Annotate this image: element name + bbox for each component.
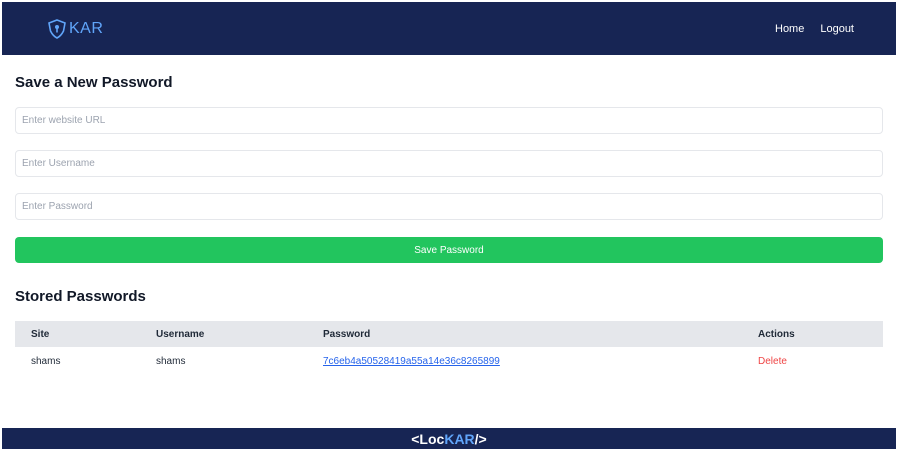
save-password-button[interactable]: Save Password <box>15 237 883 263</box>
home-link[interactable]: Home <box>775 23 804 35</box>
logo-text: KAR <box>69 19 104 37</box>
username-input[interactable] <box>15 150 883 177</box>
column-header-site: Site <box>31 328 50 340</box>
column-header-password: Password <box>323 328 371 340</box>
nav-links: Home Logout <box>775 23 854 35</box>
website-url-input[interactable] <box>15 107 883 134</box>
navbar: KAR Home Logout <box>2 2 896 55</box>
password-cell: 7c6eb4a50528419a55a14e36c8265899 <box>323 347 758 375</box>
stored-passwords-heading: Stored Passwords <box>15 288 146 305</box>
column-header-actions: Actions <box>758 328 795 340</box>
password-hash-link[interactable]: 7c6eb4a50528419a55a14e36c8265899 <box>323 356 500 367</box>
logout-link[interactable]: Logout <box>820 23 854 35</box>
username-cell: shams <box>156 355 186 367</box>
column-header-username: Username <box>156 328 205 340</box>
footer-brand-accent: KAR <box>444 430 475 447</box>
footer-brand-suffix: /> <box>474 430 487 447</box>
delete-button[interactable]: Delete <box>758 356 787 367</box>
shield-keyhole-icon <box>46 18 69 39</box>
site-cell: shams <box>31 355 61 367</box>
table-header-row: Site Username Password Actions <box>15 321 883 347</box>
stored-passwords-table: Site Username Password Actions shams sha… <box>15 321 883 375</box>
footer: <Loc KAR/> <box>2 428 896 449</box>
logo[interactable]: KAR <box>46 18 104 39</box>
save-password-heading: Save a New Password <box>15 74 173 91</box>
actions-cell: Delete <box>758 347 883 375</box>
password-input[interactable] <box>15 193 883 220</box>
table-row: shams shams 7c6eb4a50528419a55a14e36c826… <box>15 347 883 375</box>
footer-brand-prefix: <Loc <box>411 430 445 447</box>
